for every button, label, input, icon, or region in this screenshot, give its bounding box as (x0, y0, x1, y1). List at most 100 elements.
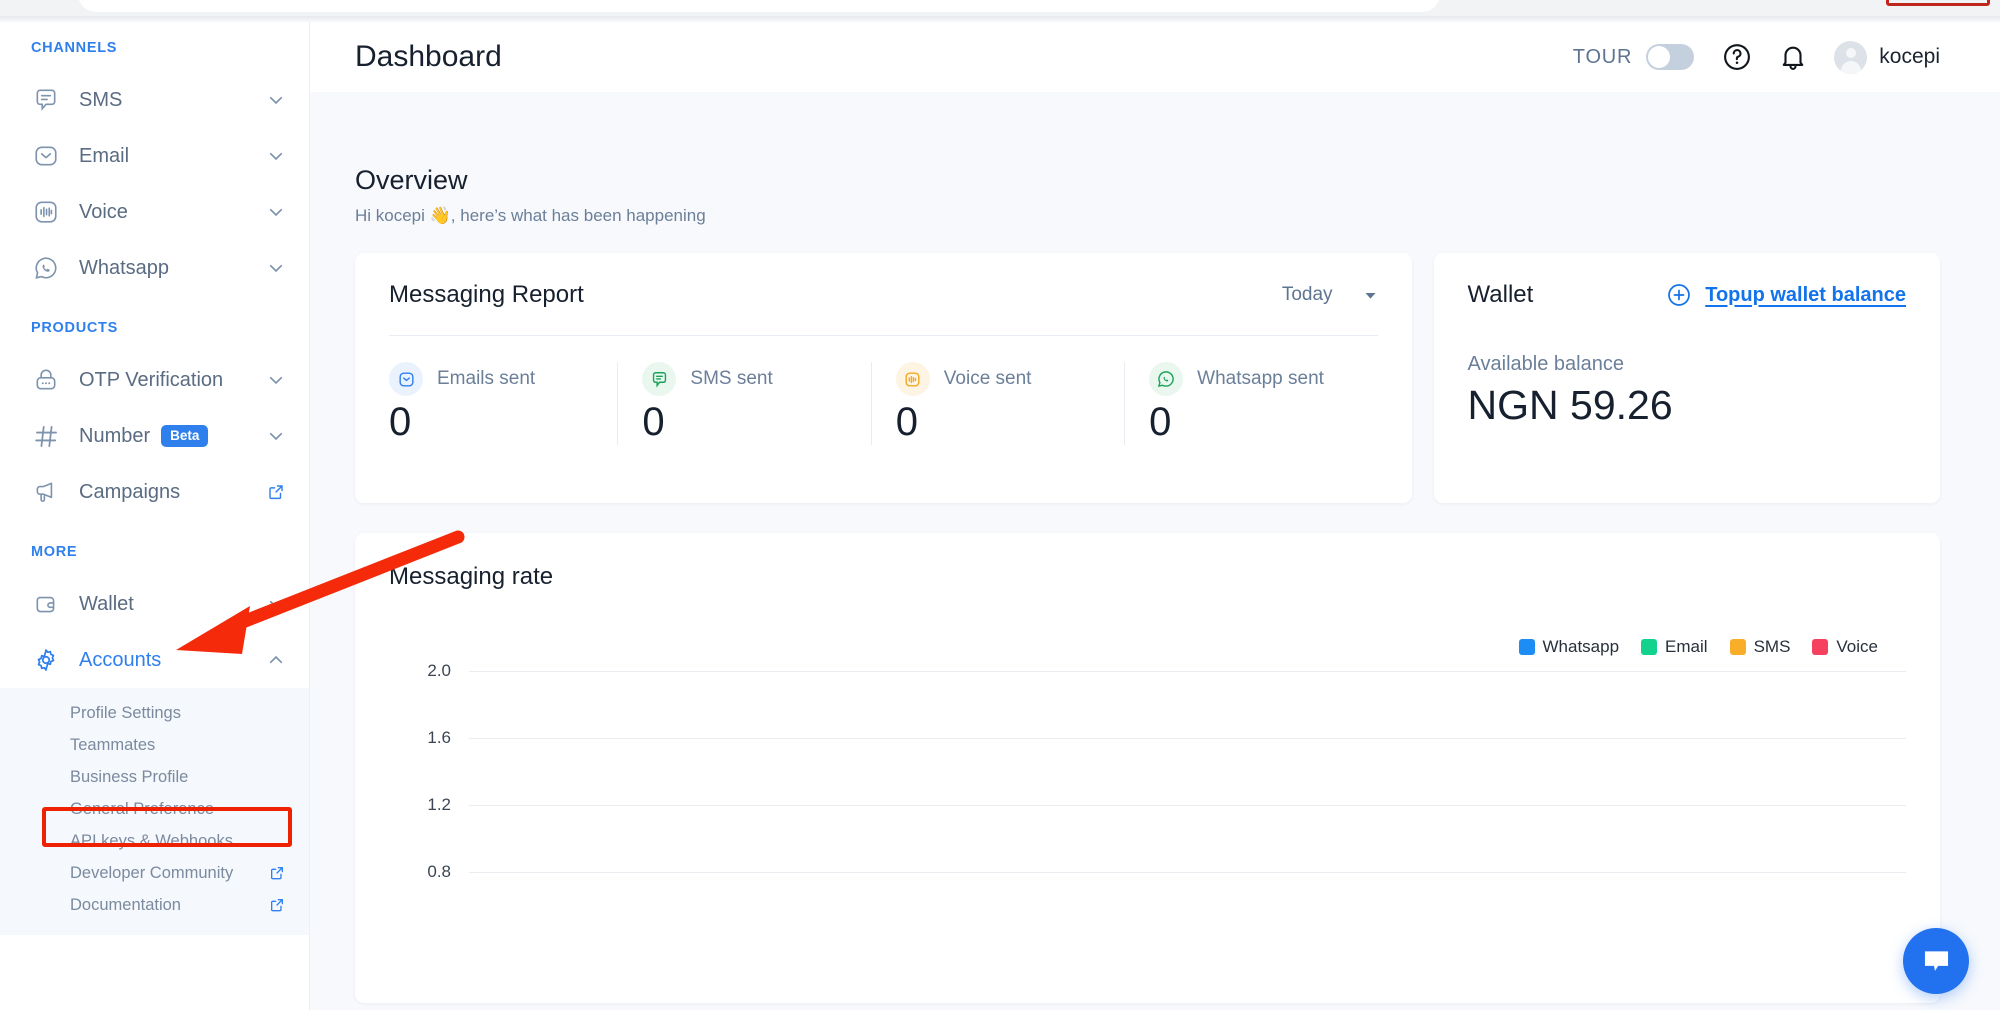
sidebar: CHANNELS SMS Email Voice (0, 22, 310, 1010)
tour-label: TOUR (1573, 46, 1633, 69)
legend-item[interactable]: SMS (1730, 637, 1791, 657)
page-title: Dashboard (355, 40, 502, 74)
sidebar-item-label: Whatsapp (79, 257, 267, 280)
available-balance-label: Available balance (1468, 353, 1906, 376)
sidebar-subitem-label: Teammates (70, 736, 285, 755)
summary-cards-row: Messaging Report Today (355, 253, 1940, 503)
sidebar-subitem-profile-settings[interactable]: Profile Settings (0, 697, 309, 729)
legend-item[interactable]: Email (1641, 637, 1708, 657)
main-content: Dashboard TOUR kocepi Overview Hi kocepi… (310, 22, 2000, 1010)
sidebar-subitem-label: Profile Settings (70, 704, 285, 723)
sidebar-item-label: SMS (79, 89, 267, 112)
avatar[interactable] (1834, 41, 1867, 74)
sms-bubble-icon (642, 362, 676, 396)
metric-label: SMS sent (690, 368, 772, 390)
legend-swatch (1812, 639, 1828, 655)
divider (389, 335, 1378, 336)
sidebar-item-number[interactable]: NumberBeta (0, 408, 309, 464)
sidebar-item-otp-verification[interactable]: OTP Verification (0, 352, 309, 408)
avatar-head (1846, 48, 1856, 58)
sidebar-subitem-label: General Preference (70, 800, 285, 819)
sidebar-subitem-label: API keys & Webhooks (70, 832, 285, 851)
sidebar-item-email[interactable]: Email (0, 128, 309, 184)
plus-circle-icon (1666, 282, 1692, 308)
gear-icon (31, 645, 61, 675)
legend-swatch (1641, 639, 1657, 655)
chat-widget-button[interactable] (1903, 928, 1969, 994)
topup-wallet-label: Topup wallet balance (1705, 284, 1906, 307)
sidebar-item-label: Voice (79, 201, 267, 224)
date-range-select[interactable]: Today (1282, 284, 1378, 306)
chevron-down-icon (267, 203, 285, 221)
username-label[interactable]: kocepi (1879, 45, 1940, 69)
legend-item[interactable]: Voice (1812, 637, 1878, 657)
chevron-up-icon (267, 651, 285, 669)
sidebar-subitem-documentation[interactable]: Documentation (0, 889, 309, 921)
chevron-down-icon (1363, 288, 1378, 303)
metric-value: 0 (642, 400, 870, 445)
wallet-card: Wallet Topup wallet balance Available ba… (1434, 253, 1940, 503)
metric-whatsapp-sent: Whatsapp sent 0 (1124, 362, 1377, 445)
chevron-down-icon (267, 91, 285, 109)
sidebar-item-sms[interactable]: SMS (0, 72, 309, 128)
sidebar-item-campaigns[interactable]: Campaigns (0, 464, 309, 520)
sidebar-item-accounts[interactable]: Accounts (0, 632, 309, 688)
sidebar-subitem-api-keys-webhooks[interactable]: API keys & Webhooks (0, 825, 309, 857)
lock-icon (31, 365, 61, 395)
gridline (469, 738, 1906, 739)
sidebar-item-voice[interactable]: Voice (0, 184, 309, 240)
sidebar-section-more: MORE (0, 544, 309, 560)
y-axis-tick: 2.0 (389, 661, 451, 681)
chart-gridrow: 0.8 (389, 872, 1906, 873)
chevron-down-icon (267, 259, 285, 277)
metric-label: Emails sent (437, 368, 535, 390)
sidebar-item-wallet[interactable]: Wallet (0, 576, 309, 632)
legend-label: Voice (1836, 637, 1878, 657)
sidebar-subitem-business-profile[interactable]: Business Profile (0, 761, 309, 793)
overview-subheading: Hi kocepi 👋, here’s what has been happen… (355, 206, 1940, 226)
available-balance-amount: NGN 59.26 (1468, 382, 1906, 429)
sms-bubble-icon (31, 85, 61, 115)
metric-emails-sent: Emails sent 0 (389, 362, 617, 445)
metric-sms-sent: SMS sent 0 (617, 362, 870, 445)
sidebar-item-label: Number (79, 425, 150, 447)
topup-wallet-button[interactable]: Topup wallet balance (1666, 282, 1906, 308)
gridline (469, 872, 1906, 873)
bell-icon[interactable] (1778, 42, 1808, 72)
sidebar-item-whatsapp[interactable]: Whatsapp (0, 240, 309, 296)
chart-gridrow: 2.0 (389, 671, 1906, 672)
chevron-down-icon (267, 371, 285, 389)
topbar-actions: TOUR kocepi (1573, 41, 1940, 74)
accounts-submenu: Profile Settings Teammates Business Prof… (0, 688, 309, 935)
chevron-down-icon (267, 427, 285, 445)
dashboard-content: Overview Hi kocepi 👋, here’s what has be… (310, 92, 2000, 1010)
chart-gridrow: 1.2 (389, 805, 1906, 806)
chart-plot-area: 2.0 1.6 1.2 0.8 (389, 671, 1906, 971)
chart-legend: Whatsapp Email SMS Voice (389, 637, 1906, 657)
browser-url-bar[interactable] (78, 0, 1440, 12)
sidebar-subitem-developer-community[interactable]: Developer Community (0, 857, 309, 889)
y-axis-tick: 1.2 (389, 795, 451, 815)
messaging-rate-card: Messaging rate Whatsapp Email SMS Voice (355, 533, 1940, 1003)
whatsapp-icon (1149, 362, 1183, 396)
sidebar-subitem-general-preference[interactable]: General Preference (0, 793, 309, 825)
chart-gridrow: 1.6 (389, 738, 1906, 739)
metric-value: 0 (1149, 400, 1377, 445)
sidebar-section-channels: CHANNELS (0, 40, 309, 56)
metric-value: 0 (389, 400, 617, 445)
sidebar-subitem-label: Developer Community (70, 864, 269, 883)
y-axis-tick: 0.8 (389, 862, 451, 882)
wallet-title: Wallet (1468, 281, 1534, 309)
tour-toggle[interactable] (1646, 44, 1694, 70)
sidebar-subitem-label: Business Profile (70, 768, 285, 787)
megaphone-icon (31, 477, 61, 507)
gridline (469, 805, 1906, 806)
browser-redbox-annotation (1886, 0, 1990, 6)
help-circle-icon[interactable] (1722, 42, 1752, 72)
legend-item[interactable]: Whatsapp (1519, 637, 1620, 657)
external-link-icon (269, 897, 285, 913)
external-link-icon (269, 865, 285, 881)
chart-title: Messaging rate (389, 563, 1906, 591)
sidebar-subitem-teammates[interactable]: Teammates (0, 729, 309, 761)
sidebar-subitem-label: Documentation (70, 896, 269, 915)
